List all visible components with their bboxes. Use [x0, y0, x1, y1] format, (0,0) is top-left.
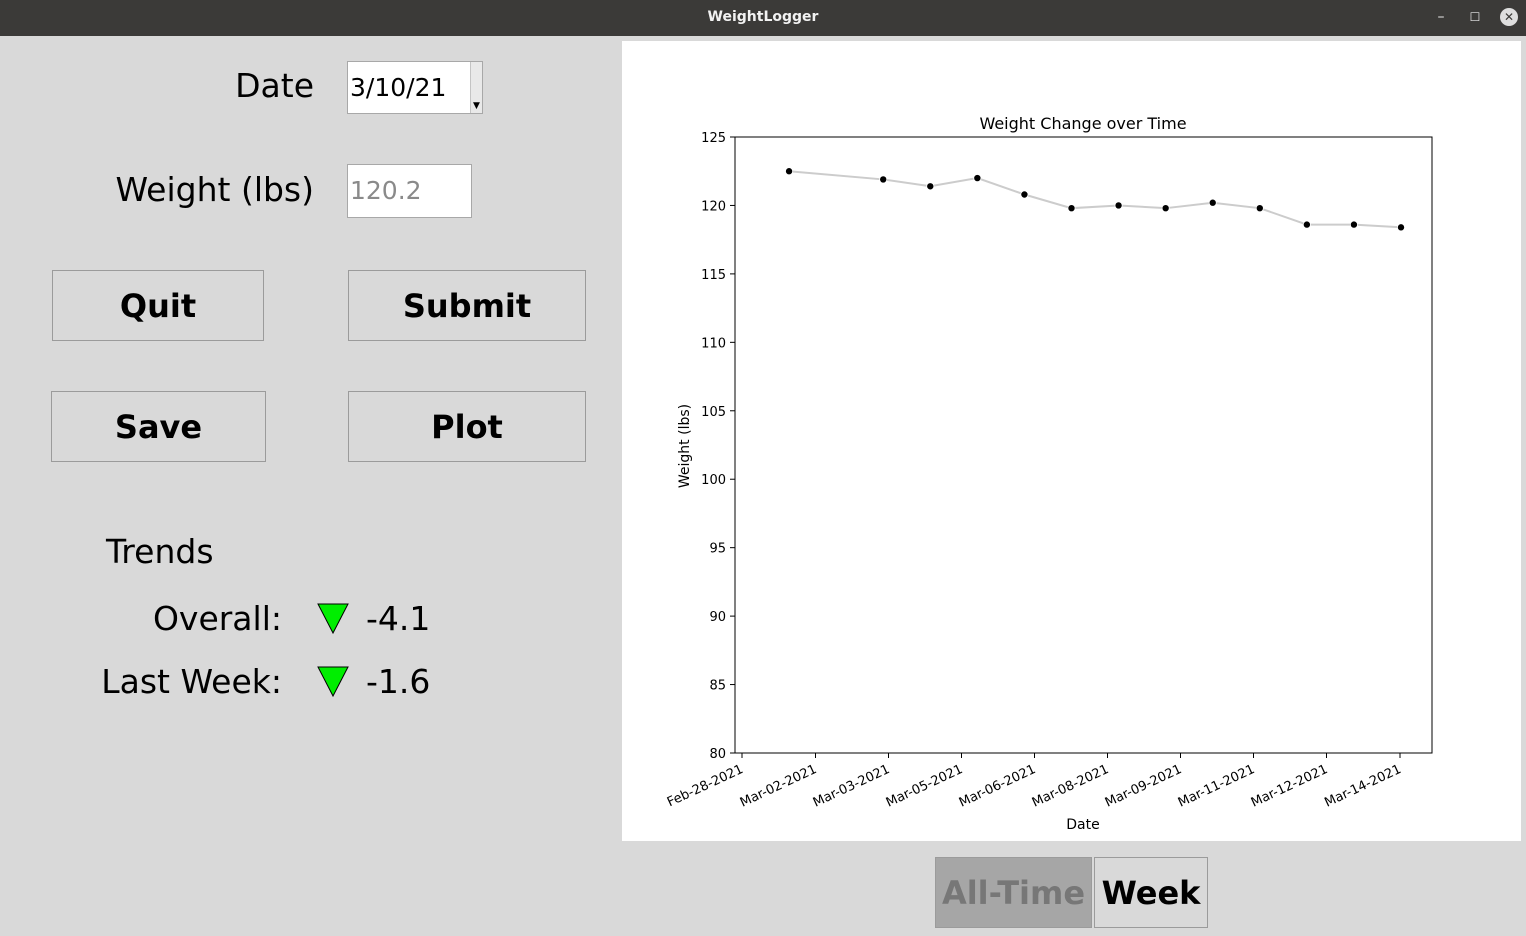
save-button[interactable]: Save [51, 391, 266, 462]
tab-all-time[interactable]: All-Time [935, 857, 1092, 928]
x-tick-label: Mar-08-2021 [1030, 762, 1111, 811]
minimize-icon[interactable]: – [1432, 8, 1450, 26]
chevron-down-icon: ▼ [473, 101, 480, 111]
data-point [785, 167, 794, 176]
title-bar: WeightLogger – ☐ ✕ [0, 0, 1526, 36]
data-point [1397, 223, 1406, 232]
date-dropdown-button[interactable]: ▼ [470, 62, 482, 113]
y-tick-label: 110 [701, 336, 726, 351]
x-tick-label: Mar-14-2021 [1322, 762, 1403, 811]
last-week-value: -1.6 [366, 662, 431, 701]
x-tick-label: Mar-09-2021 [1103, 762, 1184, 811]
y-tick-label: 125 [701, 131, 726, 146]
chart-title: Weight Change over Time [979, 114, 1186, 133]
y-axis-label: Weight (lbs) [677, 404, 693, 488]
data-point [1067, 204, 1076, 213]
date-label: Date [235, 66, 314, 105]
close-icon[interactable]: ✕ [1500, 8, 1518, 26]
plot-button[interactable]: Plot [348, 391, 586, 462]
data-point [1161, 204, 1170, 213]
data-point [973, 174, 982, 183]
weight-input[interactable]: 120.2 [347, 164, 472, 218]
date-value: 3/10/21 [350, 73, 447, 102]
submit-button[interactable]: Submit [348, 270, 586, 341]
x-tick-label: Mar-06-2021 [957, 762, 1038, 811]
x-tick-label: Mar-11-2021 [1176, 762, 1257, 811]
data-point [1208, 198, 1217, 207]
maximize-icon[interactable]: ☐ [1466, 8, 1484, 26]
quit-button[interactable]: Quit [52, 270, 264, 341]
last-week-label: Last Week: [101, 662, 282, 701]
plot-frame [734, 136, 1433, 754]
y-tick-label: 95 [709, 542, 726, 557]
x-axis-label: Date [1066, 817, 1099, 833]
data-point [1255, 204, 1264, 213]
tab-week[interactable]: Week [1094, 857, 1208, 928]
x-tick-label: Mar-03-2021 [811, 762, 892, 811]
y-tick-label: 80 [709, 747, 726, 762]
overall-value: -4.1 [366, 599, 431, 638]
y-tick-label: 115 [701, 268, 726, 283]
data-point [1302, 220, 1311, 229]
x-tick-label: Mar-05-2021 [884, 762, 965, 811]
trends-heading: Trends [106, 532, 214, 571]
y-tick-label: 90 [709, 610, 726, 625]
weight-label: Weight (lbs) [115, 170, 314, 209]
y-tick-label: 105 [701, 405, 726, 420]
data-point [1349, 220, 1358, 229]
data-point [1114, 201, 1123, 210]
data-point [1020, 190, 1029, 199]
y-tick-label: 85 [709, 679, 726, 694]
weight-chart: Weight Change over Time Date Weight (lbs… [665, 114, 1433, 833]
x-tick-label: Mar-02-2021 [738, 762, 819, 811]
y-tick-label: 120 [701, 199, 726, 214]
plot-canvas: Weight Change over Time Date Weight (lbs… [622, 41, 1521, 841]
down-arrow-icon [317, 603, 349, 635]
overall-label: Overall: [152, 599, 282, 638]
x-tick-label: Mar-12-2021 [1249, 762, 1330, 811]
down-arrow-icon [317, 666, 349, 698]
data-point [879, 175, 888, 184]
x-tick-label: Feb-28-2021 [665, 762, 746, 810]
data-point [926, 182, 935, 191]
window-title: WeightLogger [707, 9, 819, 25]
date-field[interactable]: 3/10/21 ▼ [347, 61, 483, 114]
y-tick-label: 100 [701, 473, 726, 488]
